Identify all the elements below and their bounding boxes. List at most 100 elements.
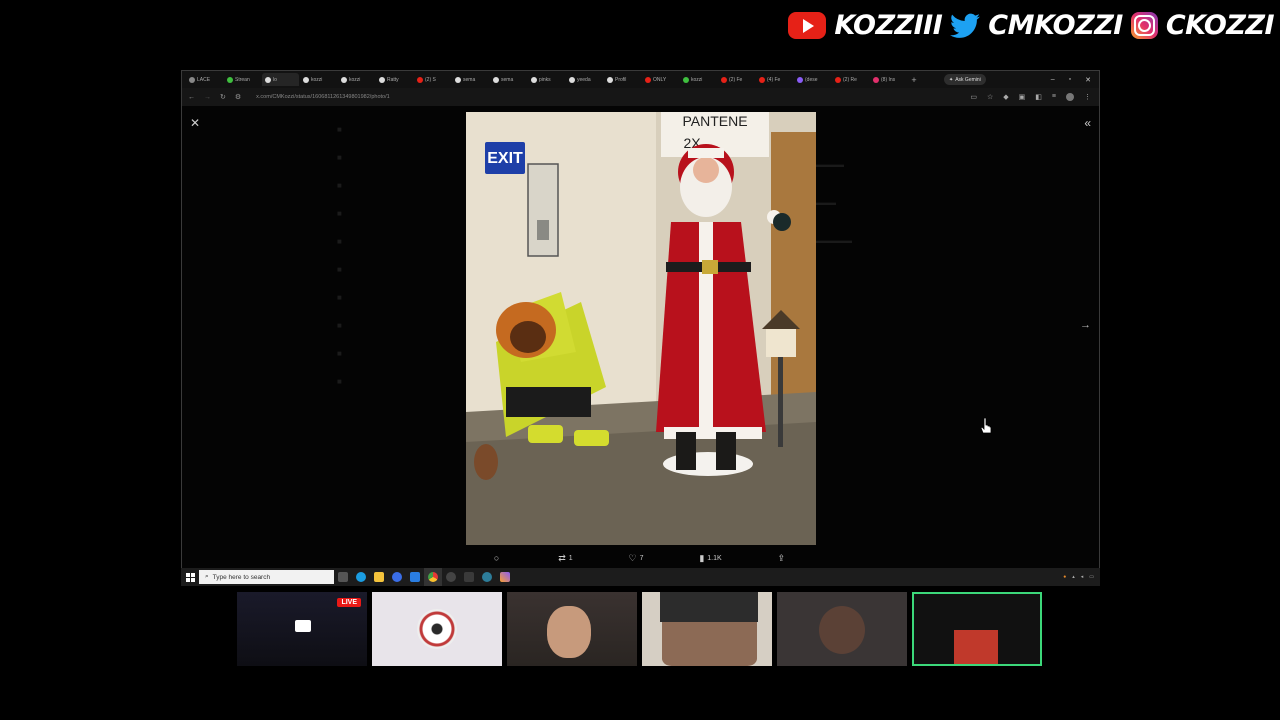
site-info-icon[interactable]: ⚙ bbox=[235, 93, 241, 101]
photo-illustration: EXIT PANTENE 2X bbox=[466, 112, 816, 545]
webcam-tile-6[interactable] bbox=[912, 592, 1042, 666]
views-button[interactable]: ▮ 1.1K bbox=[699, 553, 721, 564]
toolbar-right: ▭ ☆ ◆ ▣ ◧ ≡ ⋮ bbox=[970, 93, 1099, 101]
maximize-button[interactable]: ▫ bbox=[1069, 76, 1071, 84]
tab-label: sema bbox=[501, 76, 514, 83]
dimmed-sidebar: ■ ■ ■ ■ ■ ■ ■ ■ ■ ■ bbox=[337, 125, 342, 386]
screen-share-icon bbox=[295, 620, 311, 632]
url-field[interactable]: x.com/CMKozzi/status/1606811261349801982… bbox=[256, 94, 390, 100]
minimize-button[interactable]: – bbox=[1051, 76, 1055, 84]
reply-button[interactable]: ○ bbox=[494, 553, 502, 563]
collapse-panel-icon[interactable]: « bbox=[1084, 116, 1091, 130]
tab-label: LACE bbox=[197, 76, 211, 83]
clock[interactable]: ▭ bbox=[1089, 574, 1094, 580]
tab-label: Ratty bbox=[387, 76, 399, 83]
tab-favicon-icon bbox=[683, 76, 689, 83]
tab-label: kozzi bbox=[311, 76, 323, 83]
banner-text: PANTENE bbox=[682, 113, 747, 129]
browser-tab[interactable]: (dese bbox=[794, 73, 831, 86]
taskbar-search-placeholder: Type here to search bbox=[212, 573, 271, 581]
youtube-handle: KOZZIII bbox=[788, 10, 943, 41]
network-icon[interactable]: ▴ bbox=[1072, 574, 1075, 580]
bandana bbox=[660, 592, 758, 622]
tab-label: ONLY bbox=[653, 76, 667, 83]
instagram-handle: CKOZZI bbox=[1130, 10, 1275, 41]
browser-tab[interactable]: kozzi bbox=[300, 73, 337, 86]
tab-label: (4) Fe bbox=[767, 76, 781, 83]
twitter-handle: CMKOZZI bbox=[950, 10, 1123, 41]
avatar bbox=[819, 606, 865, 654]
back-icon[interactable]: ← bbox=[188, 94, 195, 101]
app-icon[interactable] bbox=[460, 568, 478, 586]
taskbar-search[interactable]: ⌕ Type here to search bbox=[199, 570, 334, 584]
browser-tab[interactable]: lo bbox=[262, 73, 299, 86]
sparkle-icon: ✦ bbox=[949, 76, 954, 83]
share-button[interactable]: ⇪ bbox=[778, 553, 789, 564]
menu-icon[interactable]: ⋮ bbox=[1084, 93, 1091, 101]
new-tab-button[interactable]: + bbox=[908, 75, 920, 85]
start-button[interactable] bbox=[181, 568, 199, 586]
tab-favicon-icon bbox=[417, 76, 423, 83]
webcam-tile-1[interactable]: LIVE bbox=[237, 592, 367, 666]
close-window-button[interactable]: ✕ bbox=[1085, 76, 1091, 84]
browser-tab[interactable]: (2) Re bbox=[832, 73, 869, 86]
system-tray: ● ▴ ◂ ▭ bbox=[1063, 574, 1100, 580]
view-count: 1.1K bbox=[707, 554, 722, 562]
obs-icon[interactable] bbox=[442, 568, 460, 586]
browser-window: LACE Strean lo kozzi kozzi Ratty (2) S sema sema… bbox=[181, 70, 1100, 586]
app-icon-2[interactable] bbox=[478, 568, 496, 586]
forward-icon[interactable]: → bbox=[204, 94, 211, 101]
browser-tab[interactable]: yeeda bbox=[566, 73, 603, 86]
tab-label: Strean bbox=[235, 76, 250, 83]
file-explorer-icon[interactable] bbox=[370, 568, 388, 586]
browser-tab[interactable]: (4) Fe bbox=[756, 73, 793, 86]
webcam-tile-2[interactable] bbox=[372, 592, 502, 666]
sidepanel-icon[interactable]: ◧ bbox=[1035, 93, 1042, 101]
task-view-icon[interactable] bbox=[334, 568, 352, 586]
bookmark-star-icon[interactable]: ☆ bbox=[987, 93, 993, 101]
browser-tab[interactable]: kozzi bbox=[680, 73, 717, 86]
close-icon[interactable]: ✕ bbox=[190, 116, 200, 130]
browser-tab[interactable]: (8) Ins bbox=[870, 73, 907, 86]
mail-icon[interactable] bbox=[406, 568, 424, 586]
like-button[interactable]: ♡ 7 bbox=[629, 553, 644, 564]
chrome-icon[interactable] bbox=[424, 568, 442, 586]
browser-icon[interactable] bbox=[388, 568, 406, 586]
browser-tab[interactable]: Profil bbox=[604, 73, 641, 86]
webcam-strip: LIVE bbox=[237, 592, 1042, 666]
browser-tab[interactable]: ONLY bbox=[642, 73, 679, 86]
extensions-puzzle-icon[interactable]: ▣ bbox=[1019, 93, 1026, 101]
weather-icon[interactable]: ● bbox=[1063, 574, 1066, 580]
download-icon[interactable]: ≡ bbox=[1052, 93, 1056, 101]
profile-avatar[interactable] bbox=[1066, 93, 1074, 101]
browser-tab[interactable]: (2) S bbox=[414, 73, 451, 86]
next-photo-icon[interactable]: → bbox=[1080, 319, 1091, 331]
windows-taskbar: ⌕ Type here to search ● ▴ ◂ ▭ bbox=[181, 568, 1100, 586]
browser-tab[interactable]: sema bbox=[452, 73, 489, 86]
post-photo[interactable]: EXIT PANTENE 2X bbox=[466, 112, 816, 545]
edge-icon[interactable] bbox=[352, 568, 370, 586]
repost-button[interactable]: ⇄ 1 bbox=[558, 553, 572, 564]
tab-favicon-icon bbox=[265, 76, 271, 83]
browser-tab[interactable]: sema bbox=[490, 73, 527, 86]
app-icon-3[interactable] bbox=[496, 568, 514, 586]
ask-gemini-button[interactable]: ✦ Ask Gemini bbox=[944, 74, 986, 85]
browser-tab[interactable]: LACE bbox=[186, 73, 223, 86]
hand-cursor-icon bbox=[980, 417, 992, 434]
browser-tab[interactable]: (2) Fe bbox=[718, 73, 755, 86]
tab-label: lo bbox=[273, 76, 277, 83]
browser-tab[interactable]: Ratty bbox=[376, 73, 413, 86]
volume-icon[interactable]: ◂ bbox=[1081, 574, 1084, 580]
webcam-tile-5[interactable] bbox=[777, 592, 907, 666]
social-banner: KOZZIII CMKOZZI CKOZZI bbox=[788, 10, 1275, 41]
webcam-tile-4[interactable] bbox=[642, 592, 772, 666]
browser-tab[interactable]: pinks bbox=[528, 73, 565, 86]
browser-tab[interactable]: kozzi bbox=[338, 73, 375, 86]
youtube-handle-text: KOZZIII bbox=[834, 10, 943, 41]
browser-tab[interactable]: Strean bbox=[224, 73, 261, 86]
webcam-tile-3[interactable] bbox=[507, 592, 637, 666]
reload-icon[interactable]: ↻ bbox=[220, 93, 226, 101]
share-icon: ⇪ bbox=[777, 552, 786, 563]
cast-icon[interactable]: ▭ bbox=[970, 93, 977, 101]
extension-icon[interactable]: ◆ bbox=[1003, 93, 1008, 101]
